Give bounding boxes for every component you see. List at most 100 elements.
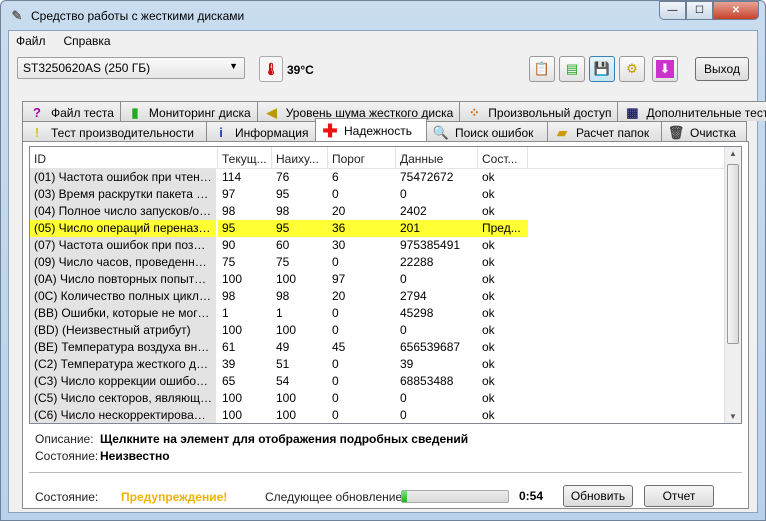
table-cell: 75 (222, 255, 236, 269)
table-cell: 1 (276, 306, 283, 320)
table-cell: ok (482, 340, 495, 354)
chevron-down-icon: ▼ (229, 61, 238, 71)
copy-button[interactable]: 📋 (529, 56, 555, 82)
table-cell: (C5) Число секторов, являющихс... (30, 390, 218, 407)
tab-information[interactable]: i Информация (206, 121, 316, 141)
tab-label: Дополнительные тесты (646, 105, 766, 120)
tab-test-file[interactable]: ? Файл теста (22, 101, 121, 121)
col-id[interactable]: ID (30, 147, 218, 168)
tab-label: Информация (235, 125, 309, 140)
tab-cleanup[interactable]: 🗑 Очистка (661, 121, 747, 141)
table-cell: 975385491 (400, 238, 461, 252)
close-button[interactable]: ✕ (713, 1, 759, 20)
table-cell: 98 (222, 204, 236, 218)
table-cell: 97 (332, 272, 346, 286)
table-cell: ok (482, 204, 495, 218)
table-row[interactable]: (BD) (Неизвестный атрибут) 100 100 0 0 ok (30, 322, 741, 339)
progress-fill (402, 491, 408, 502)
table-cell: ok (482, 306, 495, 320)
table-row[interactable]: (01) Частота ошибок при чтении д... 114 76… (30, 169, 741, 186)
tab-performance[interactable]: ! Тест производительности (22, 121, 207, 141)
copy-all-button[interactable]: ▤ (559, 56, 585, 82)
table-row[interactable]: (C2) Температура жесткого диска 39 51 0 39 ok (30, 356, 741, 373)
scroll-up-icon[interactable]: ▲ (725, 149, 741, 158)
table-cell: ok (482, 391, 495, 405)
table-cell: (03) Время раскрутки пакета дис... (30, 186, 218, 203)
save-icon: 💾 (593, 61, 611, 76)
table-cell: ok (482, 323, 495, 337)
table-row[interactable]: (04) Полное число запусков/оста... 98 98 20… (30, 203, 741, 220)
save-button[interactable]: 💾 (589, 56, 615, 82)
table-cell: 45298 (400, 306, 434, 320)
table-cell: 97 (222, 187, 236, 201)
menu-file[interactable]: Файл (16, 34, 46, 48)
refresh-button[interactable]: Обновить (563, 485, 633, 507)
table-row[interactable]: (C6) Число нескорректированных... 100 100 0… (30, 407, 741, 423)
table-cell: 114 (222, 170, 242, 184)
table-cell: (C6) Число нескорректированных... (30, 407, 218, 423)
table-cell: 1 (222, 306, 229, 320)
maximize-button[interactable]: ☐ (686, 1, 713, 20)
table-cell: ok (482, 255, 495, 269)
title-bar: ✎ Средство работы с жесткими дисками (9, 8, 245, 24)
tab-extra-tests[interactable]: ▦ Дополнительные тесты (617, 101, 766, 121)
question-file-icon: ? (33, 105, 41, 120)
table-row[interactable]: (09) Число часов, проведенных во... 75 75 0… (30, 254, 741, 271)
table-cell: 75472672 (400, 170, 454, 184)
exit-button[interactable]: Выход (695, 57, 749, 81)
table-cell: 61 (222, 340, 236, 354)
table-row[interactable]: (07) Частота ошибок при позицио... 90 60 30… (30, 237, 741, 254)
folder-icon: ▰ (557, 124, 567, 140)
table-cell: 0 (332, 255, 339, 269)
table-cell: (0C) Количество полных циклов в... (30, 288, 218, 305)
table-cell: 76 (276, 170, 290, 184)
tab-error-scan[interactable]: 🔍 Поиск ошибок (426, 121, 548, 141)
table-row[interactable]: (0A) Число повторных попыток ра... 100 100… (30, 271, 741, 288)
table-row[interactable]: (C3) Число коррекции ошибок апп... 65 54 0 6… (30, 373, 741, 390)
vertical-scrollbar[interactable]: ▲ ▼ (724, 147, 741, 423)
table-cell: ok (482, 187, 495, 201)
exclamation-icon: ! (34, 125, 40, 140)
table-row[interactable]: (0C) Количество полных циклов в... 98 98 20… (30, 288, 741, 305)
table-cell: 201 (396, 220, 478, 237)
table-row[interactable]: (03) Время раскрутки пакета дис... 97 95 0 0… (30, 186, 741, 203)
copy-icon: 📋 (533, 61, 551, 76)
tab-folder-calc[interactable]: ▰ Расчет папок (547, 121, 662, 141)
table-cell: 6 (332, 170, 339, 184)
table-cell: ok (482, 289, 495, 303)
tab-random-access[interactable]: ⁘ Произвольный доступ (459, 101, 619, 121)
status-value: Предупреждение! (121, 490, 228, 504)
table-cell: 100 (276, 391, 297, 405)
reliability-panel: ID Текущ... Наиху... Порог Данные Сост..… (22, 141, 749, 509)
scroll-down-icon[interactable]: ▼ (725, 412, 741, 421)
table-cell: 75 (276, 255, 290, 269)
table-row[interactable]: (BB) Ошибки, которые не могли б... 1 1 0 452… (30, 305, 741, 322)
col-threshold[interactable]: Порог (328, 147, 396, 168)
minimize-button[interactable]: — (659, 1, 686, 20)
state-label: Состояние: (35, 449, 99, 463)
tab-reliability[interactable]: ✚ Надежность (315, 118, 427, 141)
table-cell: 30 (332, 238, 346, 252)
report-button[interactable]: Отчет (644, 485, 714, 507)
table-row[interactable]: (BE) Температура воздуха внутри ... 61 49 4… (30, 339, 741, 356)
col-current[interactable]: Текущ... (218, 147, 272, 168)
col-worst[interactable]: Наиху... (272, 147, 328, 168)
table-header: ID Текущ... Наиху... Порог Данные Сост..… (30, 147, 741, 169)
table-cell: ok (482, 272, 495, 286)
table-cell: (01) Частота ошибок при чтении д... (30, 169, 218, 186)
table-cell: 95 (272, 220, 328, 237)
col-status[interactable]: Сост... (478, 147, 528, 168)
options-button[interactable]: ⚙ (619, 56, 645, 82)
table-row[interactable]: (05) Число операций переназначе... 95 95 36… (30, 220, 741, 237)
table-cell: (BE) Температура воздуха внутри ... (30, 339, 218, 356)
tab-disk-monitoring[interactable]: ▮ Мониторинг диска (119, 101, 258, 121)
scrollbar-thumb[interactable] (727, 164, 739, 344)
download-button[interactable]: ⬇ (652, 56, 678, 82)
menu-bar: Файл Справка (16, 34, 111, 48)
magnifier-icon: 🔍 (432, 124, 450, 140)
menu-help[interactable]: Справка (64, 34, 111, 48)
drive-select[interactable]: ST3250620AS (250 ГБ) ▼ (17, 57, 245, 79)
table-row[interactable]: (C5) Число секторов, являющихс... 100 100 0… (30, 390, 741, 407)
col-data[interactable]: Данные (396, 147, 478, 168)
smart-table: ID Текущ... Наиху... Порог Данные Сост..… (29, 146, 742, 424)
